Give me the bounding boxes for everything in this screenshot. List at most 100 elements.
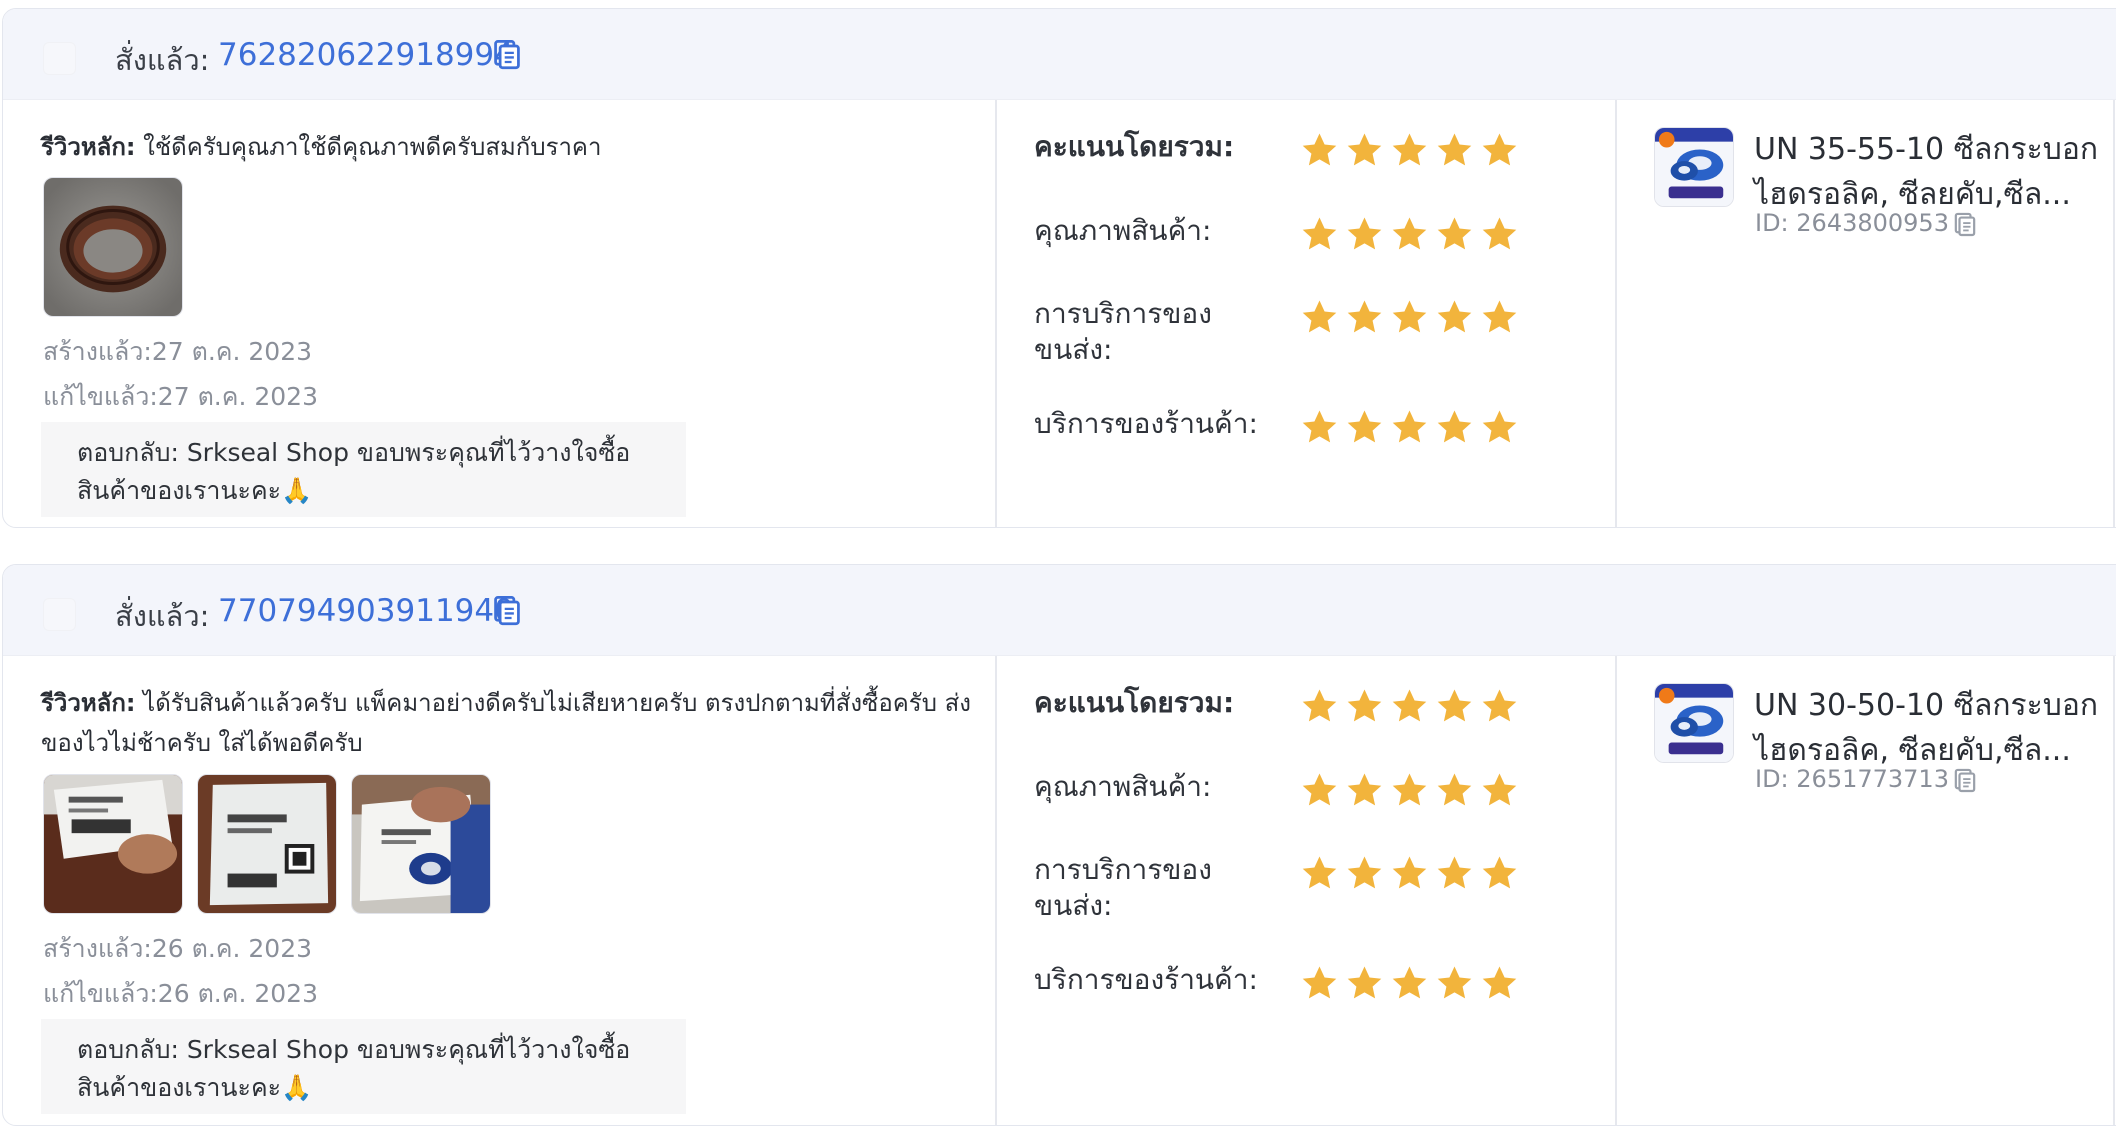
- star-icon: [1390, 215, 1429, 253]
- star-icon: [1345, 687, 1384, 725]
- star-icon: [1345, 215, 1384, 253]
- review-image[interactable]: [351, 774, 491, 914]
- order-header: สั่งแล้ว: 762820622918994: [3, 9, 2116, 100]
- column-divider: [2113, 656, 2115, 1125]
- copy-icon[interactable]: [1954, 767, 1976, 793]
- review-text: ใช้ดีครับคุณภาใช้ดีคุณภาพดีครับสมกับราคา: [143, 133, 602, 161]
- review-images: [43, 177, 183, 317]
- star-icon: [1435, 215, 1474, 253]
- star-icon: [1300, 298, 1339, 336]
- review-main: รีวิวหลัก: ได้รับสินค้าแล้วครับ แพ็คมาอย…: [41, 683, 971, 763]
- seller-reply: ตอบกลับ: Srkseal Shop ขอบพระคุณที่ไว้วาง…: [41, 422, 686, 517]
- column-divider: [1615, 100, 1617, 527]
- review-images: [43, 774, 491, 914]
- order-id-link[interactable]: 762820622918994: [218, 37, 514, 73]
- created-date: สร้างแล้ว:26 ต.ค. 2023: [43, 934, 313, 963]
- product-thumbnail[interactable]: [1654, 127, 1734, 207]
- order-checkbox[interactable]: [43, 42, 76, 75]
- star-icon: [1300, 215, 1339, 253]
- rating-label: การบริการของขนส่ง:: [1034, 297, 1212, 366]
- star-icon: [1435, 131, 1474, 169]
- star-icon: [1300, 408, 1339, 446]
- review-image[interactable]: [43, 177, 183, 317]
- star-icon: [1345, 964, 1384, 1002]
- star-rating: [1300, 687, 1519, 725]
- star-icon: [1300, 131, 1339, 169]
- product-thumbnail[interactable]: [1654, 683, 1734, 763]
- star-icon: [1435, 687, 1474, 725]
- star-icon: [1345, 408, 1384, 446]
- star-icon: [1390, 408, 1429, 446]
- star-rating: [1300, 964, 1519, 1002]
- order-label: สั่งแล้ว:: [115, 43, 210, 77]
- copy-icon[interactable]: [1954, 211, 1976, 237]
- star-icon: [1300, 964, 1339, 1002]
- star-icon: [1390, 131, 1429, 169]
- star-icon: [1390, 854, 1429, 892]
- seller-reply: ตอบกลับ: Srkseal Shop ขอบพระคุณที่ไว้วาง…: [41, 1019, 686, 1114]
- star-icon: [1300, 687, 1339, 725]
- star-icon: [1390, 771, 1429, 809]
- star-icon: [1480, 964, 1519, 1002]
- rating-label: คะแนนโดยรวม:: [1034, 686, 1235, 719]
- column-divider: [995, 656, 997, 1125]
- column-divider: [995, 100, 997, 527]
- order-header: สั่งแล้ว: 770794903911940: [3, 565, 2116, 656]
- star-icon: [1480, 215, 1519, 253]
- review-image[interactable]: [43, 774, 183, 914]
- review-label: รีวิวหลัก:: [41, 689, 136, 717]
- star-rating: [1300, 408, 1519, 446]
- star-icon: [1480, 131, 1519, 169]
- star-rating: [1300, 854, 1519, 892]
- rating-label: คะแนนโดยรวม:: [1034, 130, 1235, 163]
- order-checkbox[interactable]: [43, 598, 76, 631]
- column-divider: [1615, 656, 1617, 1125]
- star-icon: [1480, 408, 1519, 446]
- order-id-link[interactable]: 770794903911940: [218, 593, 514, 629]
- star-rating: [1300, 131, 1519, 169]
- copy-icon[interactable]: [493, 38, 521, 70]
- review-label: รีวิวหลัก:: [41, 133, 136, 161]
- review-main: รีวิวหลัก: ใช้ดีครับคุณภาใช้ดีคุณภาพดีคร…: [41, 127, 971, 167]
- star-rating: [1300, 298, 1519, 336]
- column-divider: [2113, 100, 2115, 527]
- created-date: สร้างแล้ว:27 ต.ค. 2023: [43, 337, 313, 366]
- rating-label: บริการของร้านค้า:: [1034, 407, 1258, 440]
- product-title-link[interactable]: UN 35-55-10 ซีลกระบอกไฮดรอลิค, ซีลยคับ,ซ…: [1754, 127, 2099, 217]
- star-icon: [1390, 298, 1429, 336]
- star-icon: [1480, 854, 1519, 892]
- order-card: สั่งแล้ว: 770794903911940 รีวิวหลัก: ได้…: [2, 564, 2116, 1126]
- rating-label: การบริการของขนส่ง:: [1034, 853, 1212, 922]
- order-label: สั่งแล้ว:: [115, 599, 210, 633]
- copy-icon[interactable]: [493, 594, 521, 626]
- star-icon: [1345, 854, 1384, 892]
- product-id: ID: 2651773713: [1755, 765, 1949, 793]
- rating-label: คุณภาพสินค้า:: [1034, 770, 1212, 803]
- star-icon: [1480, 687, 1519, 725]
- order-card: สั่งแล้ว: 762820622918994 รีวิวหลัก: ใช้…: [2, 8, 2116, 528]
- star-icon: [1390, 687, 1429, 725]
- review-image[interactable]: [197, 774, 337, 914]
- star-rating: [1300, 215, 1519, 253]
- star-icon: [1480, 298, 1519, 336]
- edited-date: แก้ไขแล้ว:26 ต.ค. 2023: [43, 979, 318, 1008]
- star-icon: [1435, 771, 1474, 809]
- star-icon: [1390, 964, 1429, 1002]
- star-rating: [1300, 771, 1519, 809]
- star-icon: [1345, 131, 1384, 169]
- star-icon: [1345, 298, 1384, 336]
- star-icon: [1435, 854, 1474, 892]
- rating-label: คุณภาพสินค้า:: [1034, 214, 1212, 247]
- star-icon: [1435, 408, 1474, 446]
- product-title-link[interactable]: UN 30-50-10 ซีลกระบอกไฮดรอลิค, ซีลยคับ,ซ…: [1754, 683, 2099, 773]
- star-icon: [1435, 298, 1474, 336]
- star-icon: [1345, 771, 1384, 809]
- product-id: ID: 2643800953: [1755, 209, 1949, 237]
- star-icon: [1435, 964, 1474, 1002]
- star-icon: [1300, 771, 1339, 809]
- star-icon: [1480, 771, 1519, 809]
- rating-label: บริการของร้านค้า:: [1034, 963, 1258, 996]
- edited-date: แก้ไขแล้ว:27 ต.ค. 2023: [43, 382, 318, 411]
- star-icon: [1300, 854, 1339, 892]
- review-text: ได้รับสินค้าแล้วครับ แพ็คมาอย่างดีครับไม…: [41, 689, 971, 757]
